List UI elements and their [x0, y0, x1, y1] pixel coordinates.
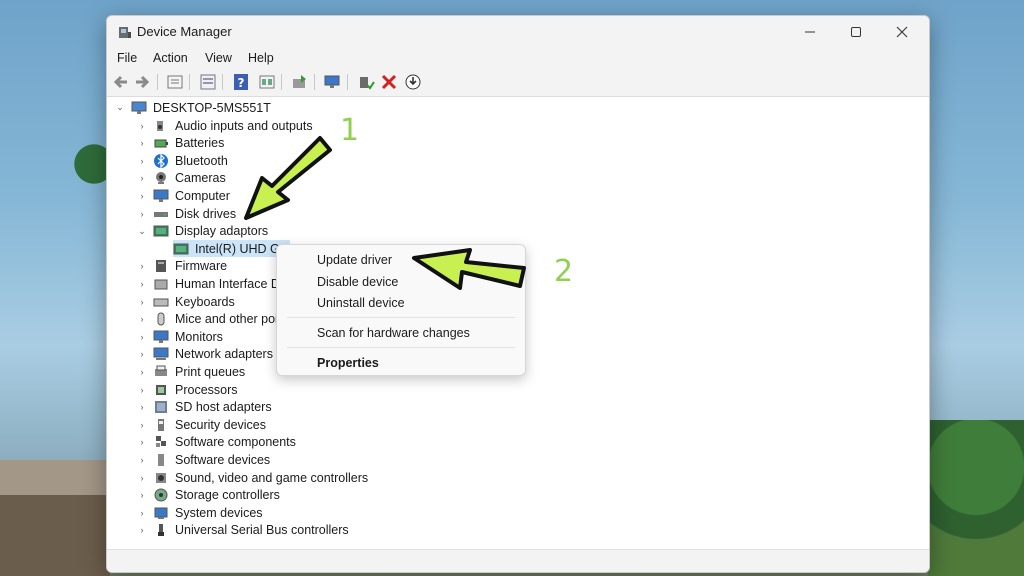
- annotation-step-2: 2: [554, 254, 574, 289]
- annotation-layer: [244, 136, 526, 290]
- arrow-1-icon: [244, 136, 332, 220]
- arrow-2-icon: [412, 248, 526, 290]
- annotation-step-1: 1: [340, 113, 360, 148]
